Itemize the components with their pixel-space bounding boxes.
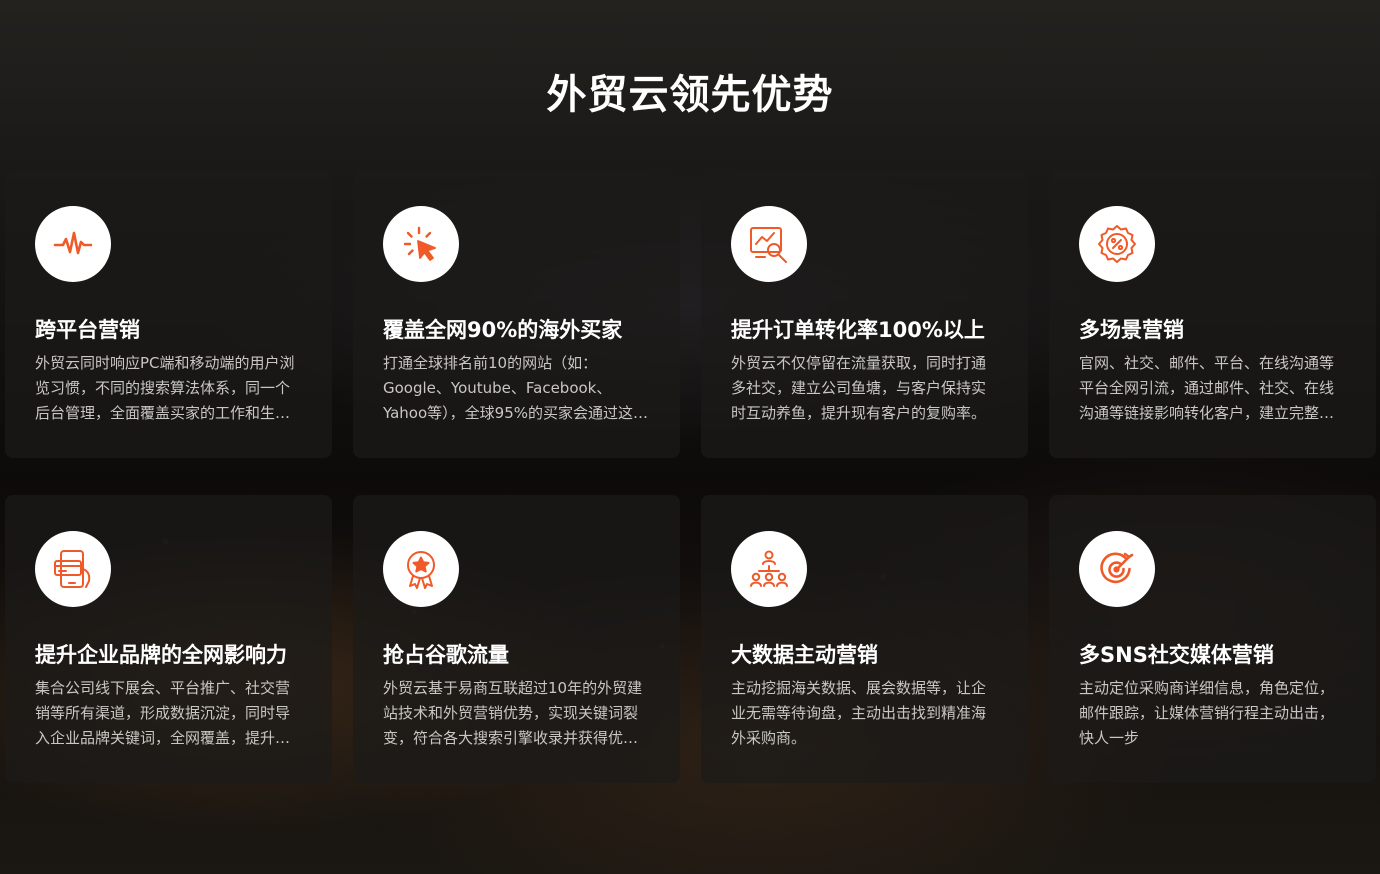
chart-analysis-icon [750, 227, 787, 263]
icon-badge [35, 531, 111, 607]
card-title: 多SNS社交媒体营销 [1079, 643, 1274, 667]
advantages-grid: 跨平台营销 外贸云同时响应PC端和移动端的用户浏览习惯，不同的搜索算法体系，同一… [5, 170, 1376, 783]
card-description: 外贸云不仅停留在流量获取，同时打通多社交，建立公司鱼塘，与客户保持实时互动养鱼，… [731, 354, 987, 422]
icon-badge [383, 206, 459, 282]
card-description: 主动定位采购商详细信息，角色定位，邮件跟踪，让媒体营销行程主动出击，快人一步 [1079, 679, 1335, 747]
card-description: 外贸云同时响应PC端和移动端的用户浏览习惯，不同的搜索算法体系，同一个后台管理，… [35, 354, 295, 422]
target-icon [1100, 552, 1134, 584]
icon-badge [731, 531, 807, 607]
advantage-card-google-traffic[interactable]: 抢占谷歌流量 外贸云基于易商互联超过10年的外贸建站技术和外贸营销优势，实现关键… [353, 495, 680, 783]
icon-badge [35, 206, 111, 282]
card-title: 跨平台营销 [35, 318, 140, 342]
card-description: 官网、社交、邮件、平台、在线沟通等平台全网引流，通过邮件、社交、在线沟通等链接影… [1079, 354, 1335, 422]
advantage-card-conversion-rate[interactable]: 提升订单转化率100%以上 外贸云不仅停留在流量获取，同时打通多社交，建立公司鱼… [701, 170, 1028, 458]
card-description: 外贸云基于易商互联超过10年的外贸建站技术和外贸营销优势，实现关键词裂变，符合各… [383, 679, 643, 747]
icon-badge [1079, 531, 1155, 607]
mobile-payment-icon [54, 550, 91, 588]
advantage-card-brand-influence[interactable]: 提升企业品牌的全网影响力 集合公司线下展会、平台推广、社交营销等所有渠道，形成数… [5, 495, 332, 783]
card-title: 提升企业品牌的全网影响力 [35, 643, 287, 667]
card-title: 覆盖全网90%的海外买家 [383, 318, 623, 342]
card-title: 提升订单转化率100%以上 [731, 318, 985, 342]
cursor-click-icon [403, 226, 436, 261]
network-users-icon [750, 550, 788, 587]
advantage-card-multi-scenario[interactable]: 多场景营销 官网、社交、邮件、平台、在线沟通等平台全网引流，通过邮件、社交、在线… [1049, 170, 1376, 458]
pulse-icon [53, 231, 93, 255]
award-star-icon [407, 551, 435, 589]
card-description: 主动挖掘海关数据、展会数据等，让企业无需等待询盘，主动出击找到精准海外采购商。 [731, 679, 987, 747]
card-title: 抢占谷歌流量 [383, 643, 509, 667]
discount-badge-icon [1098, 225, 1136, 263]
icon-badge [1079, 206, 1155, 282]
card-title: 多场景营销 [1079, 318, 1184, 342]
advantage-card-global-buyers[interactable]: 覆盖全网90%的海外买家 打通全球排名前10的网站（如：Google、Youtu… [353, 170, 680, 458]
advantage-card-big-data[interactable]: 大数据主动营销 主动挖掘海关数据、展会数据等，让企业无需等待询盘，主动出击找到精… [701, 495, 1028, 783]
icon-badge [731, 206, 807, 282]
card-description: 集合公司线下展会、平台推广、社交营销等所有渠道，形成数据沉淀，同时导入企业品牌关… [35, 679, 291, 747]
card-title: 大数据主动营销 [731, 643, 878, 667]
card-description: 打通全球排名前10的网站（如：Google、Youtube、Facebook、Y… [383, 354, 648, 422]
section-title: 外贸云领先优势 [546, 72, 834, 118]
advantage-card-sns-marketing[interactable]: 多SNS社交媒体营销 主动定位采购商详细信息，角色定位，邮件跟踪，让媒体营销行程… [1049, 495, 1376, 783]
advantage-card-cross-platform[interactable]: 跨平台营销 外贸云同时响应PC端和移动端的用户浏览习惯，不同的搜索算法体系，同一… [5, 170, 332, 458]
icon-badge [383, 531, 459, 607]
